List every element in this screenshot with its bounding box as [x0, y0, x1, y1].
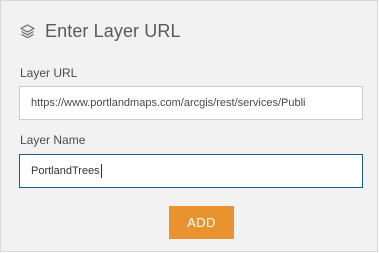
- layer-name-label: Layer Name: [20, 133, 86, 147]
- layer-name-input[interactable]: PortlandTrees: [19, 154, 363, 188]
- add-layer-panel: Enter Layer URL Layer URL https://www.po…: [0, 0, 378, 252]
- layer-url-input[interactable]: https://www.portlandmaps.com/arcgis/rest…: [19, 86, 363, 120]
- layer-name-value: PortlandTrees: [31, 165, 100, 177]
- layer-url-value: https://www.portlandmaps.com/arcgis/rest…: [31, 97, 306, 109]
- text-caret: [100, 164, 102, 178]
- layers-icon: [19, 23, 36, 40]
- panel-title: Enter Layer URL: [45, 20, 181, 41]
- layer-url-label: Layer URL: [20, 66, 78, 80]
- panel-header: Enter Layer URL: [19, 20, 181, 42]
- add-button[interactable]: ADD: [169, 206, 234, 239]
